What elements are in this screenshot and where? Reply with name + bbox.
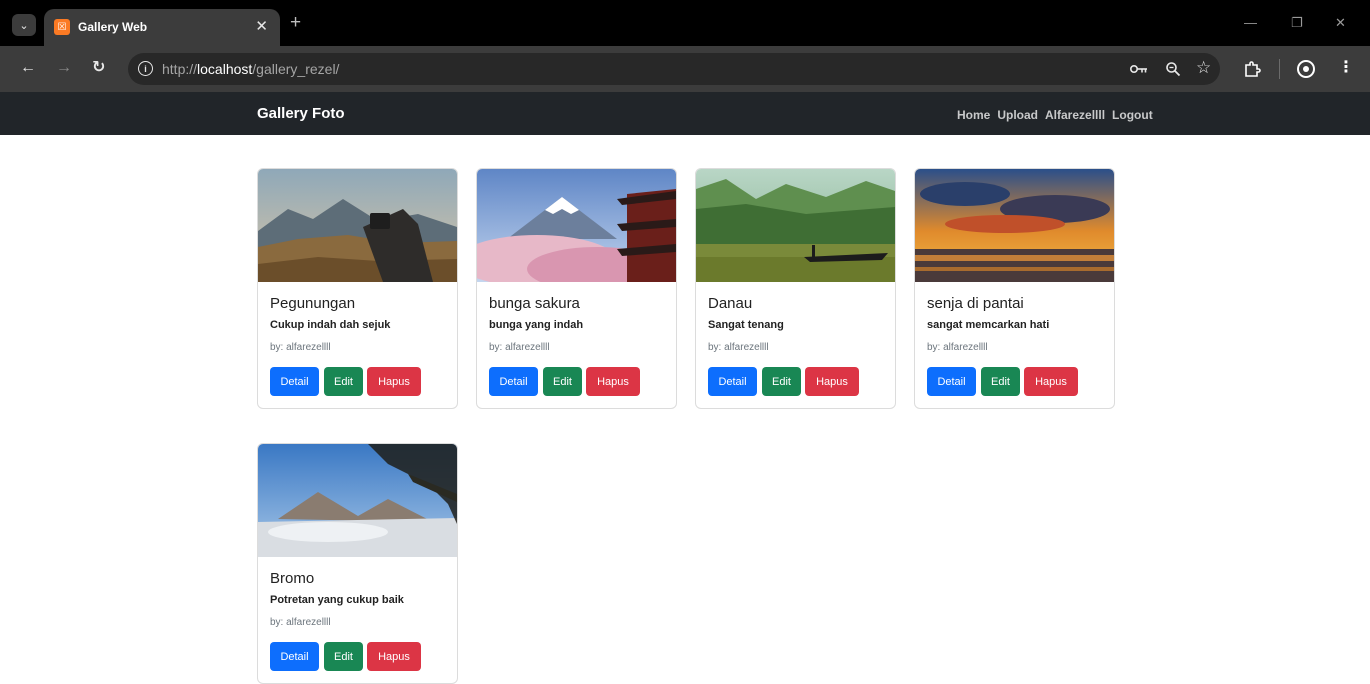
detail-button[interactable]: Detail	[270, 367, 319, 396]
photo-card: senja di pantai sangat memcarkan hati by…	[914, 168, 1115, 409]
photo-card: bunga sakura bunga yang indah by: alfare…	[476, 168, 677, 409]
edit-button[interactable]: Edit	[324, 367, 363, 396]
password-key-icon[interactable]	[1130, 63, 1148, 75]
browser-tab-strip: ⌄ ☒ Gallery Web ✕ + — ❐ ✕	[0, 0, 1370, 46]
tab-title: Gallery Web	[78, 20, 148, 34]
toolbar-separator	[1279, 59, 1280, 79]
photo-title: senja di pantai	[927, 295, 1024, 312]
photo-author: by: alfarezellll	[927, 342, 988, 353]
photo-author: by: alfarezellll	[708, 342, 769, 353]
detail-button[interactable]: Detail	[927, 367, 976, 396]
delete-button[interactable]: Hapus	[586, 367, 640, 396]
tab-search-chevron-icon[interactable]: ⌄	[12, 14, 36, 36]
minimize-icon[interactable]: —	[1244, 15, 1257, 30]
detail-button[interactable]: Detail	[270, 642, 319, 671]
nav-link-profile[interactable]: Alfarezellll	[1045, 108, 1105, 122]
zoom-icon[interactable]	[1165, 61, 1181, 77]
photo-title: Bromo	[270, 570, 315, 587]
photo-image[interactable]	[258, 169, 457, 282]
navbar-links: Home Upload Alfarezellll Logout	[957, 108, 1153, 122]
photo-author: by: alfarezellll	[270, 342, 331, 353]
photo-description: Potretan yang cukup baik	[270, 594, 404, 606]
edit-button[interactable]: Edit	[762, 367, 801, 396]
photo-image[interactable]	[258, 444, 457, 557]
photo-image[interactable]	[696, 169, 895, 282]
photo-title: Pegunungan	[270, 295, 356, 312]
new-tab-plus-icon[interactable]: +	[290, 13, 301, 32]
address-bar[interactable]: i http://localhost/gallery_rezel/ ☆	[128, 53, 1220, 85]
photo-card: Danau Sangat tenang by: alfarezellll Det…	[695, 168, 896, 409]
edit-button[interactable]: Edit	[324, 642, 363, 671]
photo-description: Cukup indah dah sejuk	[270, 319, 391, 331]
nav-link-logout[interactable]: Logout	[1112, 108, 1153, 122]
url-prefix: http://	[162, 61, 198, 77]
forward-arrow-icon[interactable]: →	[56, 58, 72, 78]
site-info-icon[interactable]: i	[138, 61, 153, 76]
browser-tab[interactable]: ☒ Gallery Web ✕	[44, 9, 280, 46]
delete-button[interactable]: Hapus	[805, 367, 859, 396]
photo-card: Bromo Potretan yang cukup baik by: alfar…	[257, 443, 458, 684]
extensions-puzzle-icon[interactable]	[1243, 60, 1261, 78]
window-close-icon[interactable]: ✕	[1335, 15, 1346, 31]
profile-avatar-icon[interactable]	[1296, 59, 1316, 79]
nav-link-home[interactable]: Home	[957, 108, 990, 122]
site-navbar: Gallery Foto Home Upload Alfarezellll Lo…	[0, 92, 1370, 135]
back-arrow-icon[interactable]: ←	[20, 58, 36, 78]
navbar-brand[interactable]: Gallery Foto	[257, 105, 345, 122]
tab-close-icon[interactable]: ✕	[255, 17, 268, 35]
photo-image[interactable]	[477, 169, 676, 282]
photo-title: Danau	[708, 295, 753, 312]
browser-toolbar: ← → ↻ i http://localhost/gallery_rezel/ …	[0, 46, 1370, 92]
delete-button[interactable]: Hapus	[367, 367, 421, 396]
photo-image[interactable]	[915, 169, 1114, 282]
delete-button[interactable]: Hapus	[367, 642, 421, 671]
bookmark-star-icon[interactable]: ☆	[1196, 58, 1211, 78]
photo-card: Pegunungan Cukup indah dah sejuk by: alf…	[257, 168, 458, 409]
photo-description: Sangat tenang	[708, 319, 784, 331]
url-path: /gallery_rezel/	[252, 61, 340, 77]
url-text[interactable]: http://localhost/gallery_rezel/	[162, 61, 339, 77]
nav-link-upload[interactable]: Upload	[997, 108, 1038, 122]
detail-button[interactable]: Detail	[489, 367, 538, 396]
photo-description: bunga yang indah	[489, 319, 584, 331]
reload-icon[interactable]: ↻	[92, 58, 105, 78]
photo-author: by: alfarezellll	[489, 342, 550, 353]
photo-author: by: alfarezellll	[270, 617, 331, 628]
xampp-favicon-icon: ☒	[54, 19, 70, 35]
restore-icon[interactable]: ❐	[1291, 15, 1303, 31]
photo-title: bunga sakura	[489, 295, 580, 312]
browser-menu-kebab-icon[interactable]: ⋮	[1338, 58, 1354, 78]
edit-button[interactable]: Edit	[543, 367, 582, 396]
photo-description: sangat memcarkan hati	[927, 319, 1050, 331]
detail-button[interactable]: Detail	[708, 367, 757, 396]
delete-button[interactable]: Hapus	[1024, 367, 1078, 396]
edit-button[interactable]: Edit	[981, 367, 1020, 396]
url-host: localhost	[197, 61, 253, 77]
